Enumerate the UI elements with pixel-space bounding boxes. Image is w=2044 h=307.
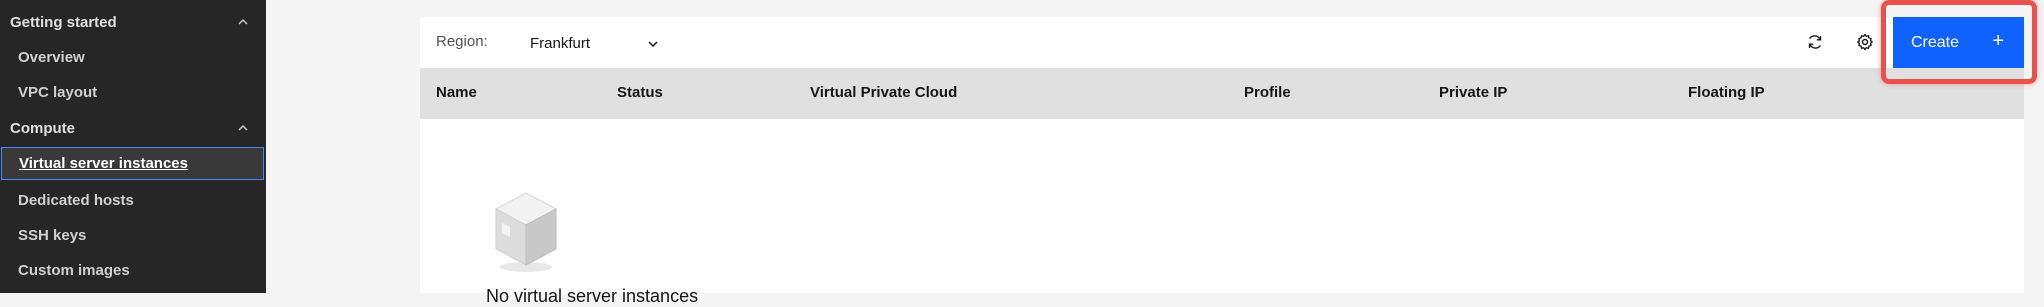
column-header-floating-ip[interactable]: Floating IP [1688,84,1765,101]
sidebar-item-label: Custom images [18,261,130,279]
empty-box-icon [492,189,560,278]
column-header-status[interactable]: Status [617,84,663,101]
sidebar-item-virtual-server-instances[interactable]: Virtual server instances [1,147,264,180]
create-button[interactable]: Create + [1893,17,2024,68]
sidebar-nav: Getting started Overview VPC layout Comp… [0,0,266,293]
region-value: Frankfurt [530,34,591,52]
region-dropdown[interactable]: Frankfurt [530,25,680,61]
column-header-profile[interactable]: Profile [1244,84,1291,101]
sidebar-item-label: SSH keys [18,226,87,244]
sidebar-item-label: VPC layout [18,83,98,101]
sidebar-item-overview[interactable]: Overview [0,40,266,74]
chevron-up-icon [236,15,250,29]
instances-panel: Region: Frankfurt Create + Name Status V… [420,17,2024,306]
chevron-up-icon [236,121,250,135]
sidebar-item-label: Dedicated hosts [18,191,134,209]
sidebar-item-label: Overview [18,48,85,66]
sidebar-item-ssh-keys[interactable]: SSH keys [0,218,266,252]
sidebar-group-compute[interactable]: Compute [0,108,266,148]
column-header-private-ip[interactable]: Private IP [1439,84,1507,101]
column-header-vpc[interactable]: Virtual Private Cloud [810,84,957,101]
sidebar-group-getting-started[interactable]: Getting started [0,2,266,42]
sidebar-item-label: Virtual server instances [19,155,188,172]
sidebar-item-vpc-layout[interactable]: VPC layout [0,75,266,109]
table-toolbar: Region: Frankfurt Create + [420,17,2024,68]
refresh-icon[interactable] [1800,27,1830,57]
sidebar-group-label: Getting started [10,13,117,31]
plus-icon: + [1992,30,2004,52]
sidebar-group-label: Compute [10,119,75,137]
chevron-down-icon [646,37,660,56]
column-header-name[interactable]: Name [436,84,477,101]
sidebar-item-custom-images[interactable]: Custom images [0,253,266,287]
create-button-label: Create [1911,33,1960,51]
empty-state-message: No virtual server instances [486,286,699,306]
table-header: Name Status Virtual Private Cloud Profil… [420,68,2024,119]
gear-icon[interactable] [1850,27,1880,57]
sidebar-item-dedicated-hosts[interactable]: Dedicated hosts [0,183,266,217]
region-label: Region: [436,33,488,50]
